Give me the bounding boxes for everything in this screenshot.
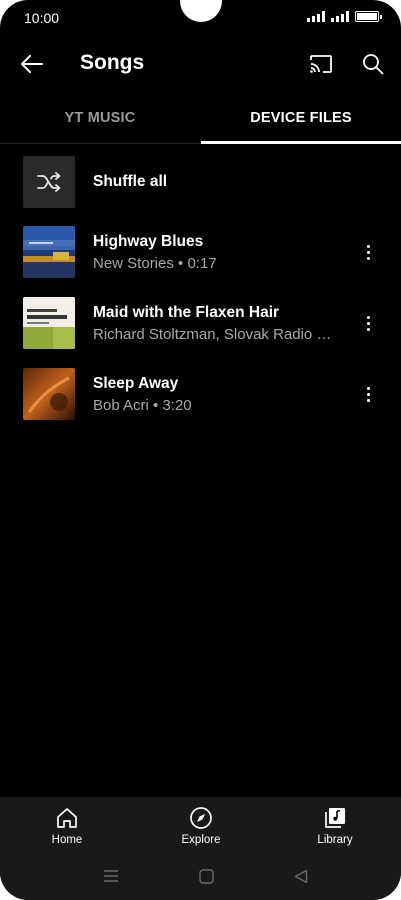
nav-library-label: Library [317, 834, 353, 846]
song-subtitle: Bob Acri • 3:20 [93, 397, 192, 414]
song-row[interactable]: Highway Blues New Stories • 0:17 [0, 216, 401, 286]
cast-icon [310, 55, 332, 73]
menu-lines-icon [104, 870, 118, 882]
tab-bar: YT MUSIC DEVICE FILES [0, 92, 401, 144]
tab-indicator [201, 141, 401, 144]
phone-screen: 10:00 Songs YT MUSIC DEVICE FILES Shuffl… [0, 0, 401, 900]
status-icons [307, 11, 382, 22]
nav-explore-label: Explore [181, 834, 221, 846]
signal-2-icon [331, 11, 349, 22]
status-bar: 10:00 [0, 0, 401, 36]
search-icon [363, 54, 384, 75]
status-time: 10:00 [24, 10, 60, 26]
song-title: Sleep Away [93, 375, 179, 392]
shuffle-all-label: Shuffle all [93, 173, 168, 190]
signal-icon [307, 11, 325, 22]
camera-notch [180, 0, 222, 22]
album-art [23, 297, 75, 349]
page-title: Songs [80, 51, 145, 74]
search-button[interactable] [355, 46, 391, 82]
nav-home[interactable]: Home [0, 797, 134, 857]
arrow-back-icon [21, 55, 43, 73]
orange-album-art [23, 368, 75, 420]
album-art [23, 368, 75, 420]
triangle-back-icon [294, 869, 308, 883]
richard-stoltzman-album-art [23, 297, 75, 349]
more-options-icon[interactable] [356, 308, 380, 338]
recents-button[interactable] [96, 865, 126, 887]
bottom-navigation: Home Explore Library [0, 797, 401, 857]
tab-yt-music[interactable]: YT MUSIC [0, 92, 200, 144]
album-art [23, 226, 75, 278]
back-button[interactable] [14, 46, 50, 82]
blue-album-art [23, 226, 75, 278]
song-title: Highway Blues [93, 233, 204, 250]
shuffle-thumb [23, 156, 75, 208]
compass-icon [190, 807, 212, 829]
cast-button[interactable] [303, 46, 339, 82]
nav-library[interactable]: Library [268, 797, 401, 857]
home-system-button[interactable] [191, 865, 221, 887]
song-subtitle: Richard Stoltzman, Slovak Radio … [93, 326, 332, 343]
system-navigation-bar [0, 857, 401, 900]
top-app-bar: Songs [0, 36, 401, 92]
more-options-icon[interactable] [356, 379, 380, 409]
nav-explore[interactable]: Explore [134, 797, 268, 857]
battery-icon [355, 11, 382, 22]
back-system-button[interactable] [286, 865, 316, 887]
library-icon [325, 808, 345, 828]
song-subtitle: New Stories • 0:17 [93, 255, 217, 272]
tab-device-files[interactable]: DEVICE FILES [201, 92, 401, 144]
nav-home-label: Home [51, 834, 83, 846]
square-icon [198, 868, 214, 884]
song-title: Maid with the Flaxen Hair [93, 304, 280, 321]
home-icon [57, 808, 77, 828]
shuffle-all-row[interactable]: Shuffle all [0, 146, 401, 216]
shuffle-icon [37, 172, 61, 192]
more-options-icon[interactable] [356, 237, 380, 267]
song-row[interactable]: Sleep Away Bob Acri • 3:20 [0, 358, 401, 428]
song-row[interactable]: Maid with the Flaxen Hair Richard Stoltz… [0, 287, 401, 357]
